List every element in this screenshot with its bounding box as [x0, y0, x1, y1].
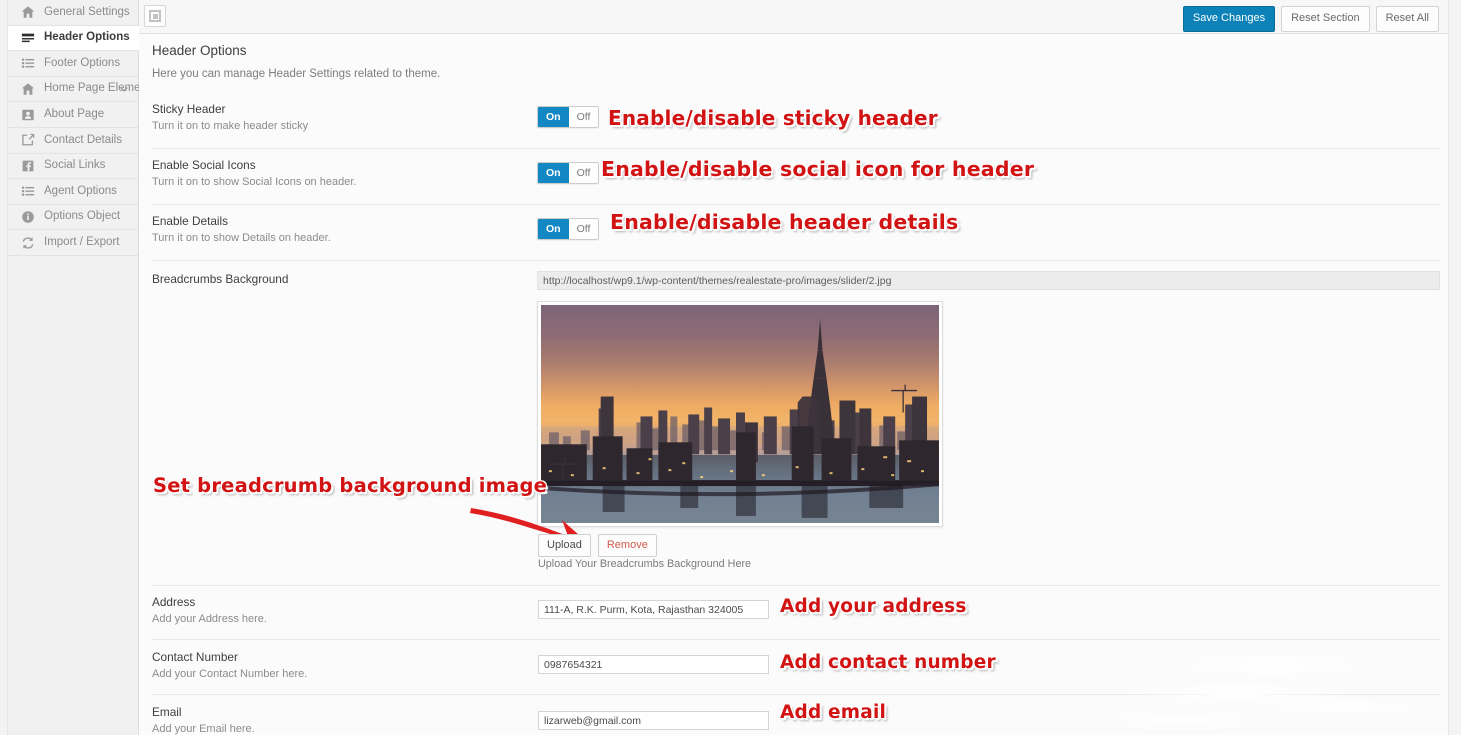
- sidebar-item-about-page[interactable]: About Page: [8, 102, 138, 128]
- save-changes-button[interactable]: Save Changes: [1182, 6, 1276, 32]
- toggle-on-label[interactable]: On: [538, 163, 569, 183]
- sidebar-item-label: Home Page Element: [44, 82, 151, 95]
- row-separator: [152, 639, 1440, 640]
- sidebar-item-agent-options[interactable]: Agent Options: [8, 179, 138, 205]
- sidebar-item-label: Agent Options: [44, 184, 117, 197]
- left-gutter: [0, 0, 8, 735]
- remove-button[interactable]: Remove: [597, 534, 657, 557]
- skyline-silhouette: [541, 318, 939, 518]
- chevron-down-icon[interactable]: [119, 84, 129, 94]
- sidebar-item-header-options[interactable]: Header Options: [8, 25, 139, 52]
- sticky-header-toggle[interactable]: On Off: [537, 106, 600, 128]
- upload-button[interactable]: Upload: [538, 534, 591, 557]
- sidebar-item-home-page-element[interactable]: Home Page Element: [8, 76, 150, 103]
- info-circle-icon: [20, 210, 35, 225]
- sidebar-item-label: General Settings: [44, 5, 130, 18]
- main-panel: Header Options Here you can manage Heade…: [139, 34, 1448, 735]
- sidebar-item-label: Header Options: [44, 31, 130, 44]
- home-icon: [20, 5, 35, 20]
- sidebar-item-social-links[interactable]: Social Links: [8, 153, 138, 180]
- id-card-icon: [20, 107, 35, 122]
- sidebar-item-label: Options Object: [44, 210, 121, 223]
- breadcrumbs-background-preview: [537, 301, 943, 527]
- annotation-breadcrumb-image: Set breadcrumb background image: [153, 474, 548, 497]
- home-icon: [20, 82, 35, 97]
- toggle-off-label[interactable]: Off: [568, 163, 599, 183]
- sidebar-item-label: Footer Options: [44, 56, 121, 69]
- sidebar-item-label: Social Links: [44, 159, 106, 172]
- contact-number-input[interactable]: 0987654321: [538, 655, 769, 674]
- annotation-enable-social-icons: Enable/disable social icon for header: [601, 157, 1035, 181]
- row-separator: [152, 260, 1440, 261]
- sidebar-item-general-settings[interactable]: General Settings: [8, 0, 138, 26]
- email-input[interactable]: lizarweb@gmail.com: [538, 711, 769, 730]
- annotation-address: Add your address: [780, 596, 967, 617]
- page-title: Header Options: [152, 43, 247, 58]
- field-description: Add your Email here.: [152, 723, 255, 735]
- toggle-on-label[interactable]: On: [538, 107, 569, 127]
- sidebar-item-label: Contact Details: [44, 133, 122, 146]
- row-separator: [152, 204, 1440, 205]
- address-input[interactable]: 111-A, R.K. Purm, Kota, Rajasthan 324005: [538, 600, 769, 619]
- row-separator: [152, 585, 1440, 586]
- sidebar-nav: General Settings Header Options Footer O…: [8, 0, 150, 735]
- annotation-sticky-header: Enable/disable sticky header: [608, 106, 938, 130]
- facebook-icon: [20, 158, 35, 173]
- panel-square-outer: [149, 10, 161, 22]
- sidebar-item-footer-options[interactable]: Footer Options: [8, 51, 138, 77]
- city-skyline-image: [541, 305, 939, 523]
- list-icon: [20, 184, 35, 199]
- edit-square-icon: [20, 133, 35, 148]
- page-scrollbar[interactable]: [1448, 0, 1461, 735]
- row-separator: [152, 148, 1440, 149]
- admin-options-page: General Settings Header Options Footer O…: [0, 0, 1461, 735]
- header-bars-icon: [20, 30, 35, 45]
- sidebar-item-import-export[interactable]: Import / Export: [8, 230, 138, 256]
- toggle-off-label[interactable]: Off: [568, 219, 599, 239]
- annotation-email: Add email: [780, 702, 887, 723]
- sidebar-item-label: About Page: [44, 107, 105, 120]
- row-separator: [152, 694, 1440, 695]
- toggle-off-label[interactable]: Off: [568, 107, 599, 127]
- panel-square-icon[interactable]: [144, 5, 166, 27]
- refresh-icon: [20, 235, 35, 250]
- list-icon: [20, 56, 35, 71]
- sidebar-item-contact-details[interactable]: Contact Details: [8, 127, 138, 154]
- upload-note: Upload Your Breadcrumbs Background Here: [538, 558, 752, 570]
- sidebar-item-options-object[interactable]: Options Object: [8, 204, 138, 231]
- enable-social-icons-toggle[interactable]: On Off: [537, 162, 600, 184]
- sidebar-empty-space: [8, 262, 138, 735]
- annotation-enable-details: Enable/disable header details: [610, 210, 959, 234]
- reset-section-button[interactable]: Reset Section: [1281, 6, 1370, 32]
- sidebar-item-label: Import / Export: [44, 235, 120, 248]
- panel-square-inner: [152, 13, 158, 19]
- topbar-actions: Save Changes Reset Section Reset All: [1182, 6, 1439, 32]
- annotation-contact-number: Add contact number: [780, 652, 996, 673]
- reset-all-button[interactable]: Reset All: [1375, 6, 1439, 32]
- enable-details-toggle[interactable]: On Off: [537, 218, 600, 240]
- breadcrumbs-background-url[interactable]: http://localhost/wp9.1/wp-content/themes…: [537, 271, 1440, 290]
- page-subtitle: Here you can manage Header Settings rela…: [152, 68, 441, 80]
- toggle-on-label[interactable]: On: [538, 219, 569, 239]
- topbar: Save Changes Reset Section Reset All: [139, 0, 1448, 34]
- upload-actions: Upload Remove: [538, 534, 657, 557]
